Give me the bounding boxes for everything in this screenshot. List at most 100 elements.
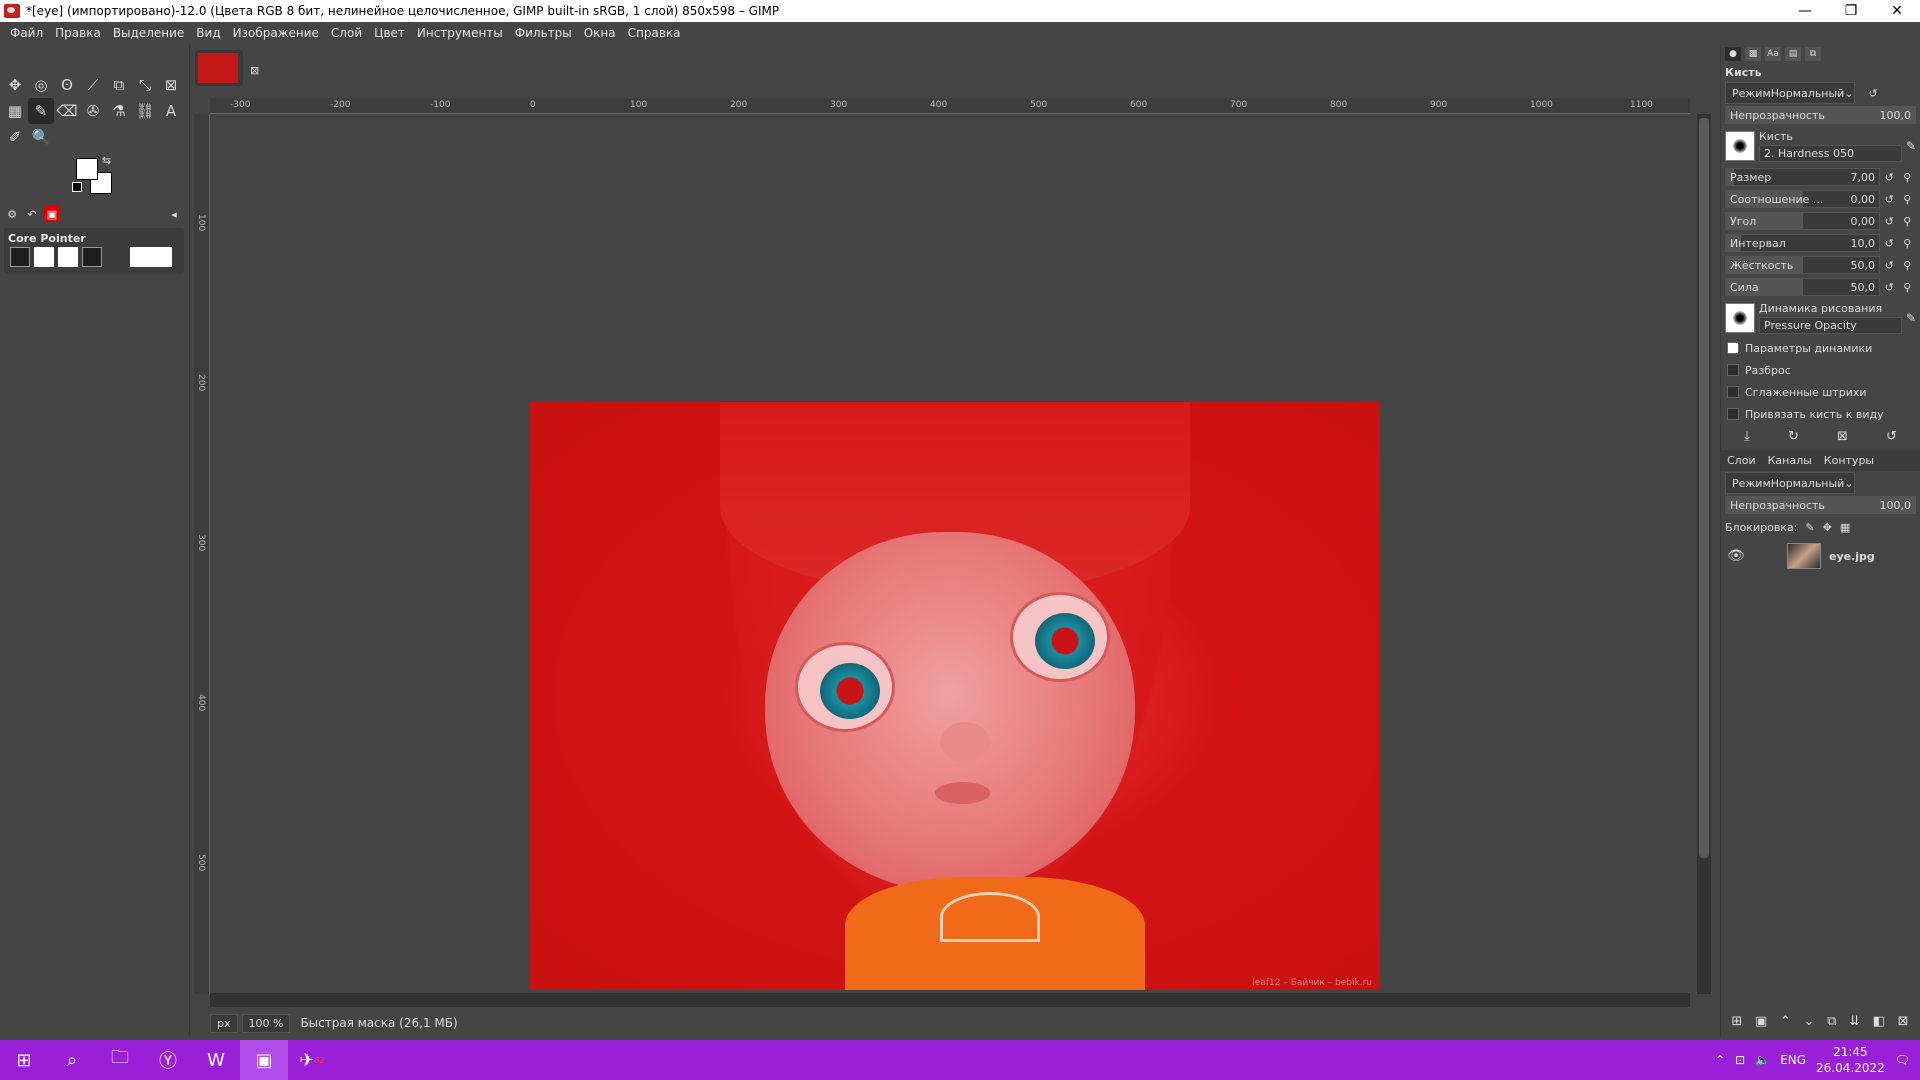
option-dynamics[interactable]: Параметры динамики: [1727, 339, 1914, 357]
ellipse-select-icon[interactable]: ◎: [28, 72, 54, 98]
eraser-icon[interactable]: ⌫: [54, 98, 80, 124]
reset-icon[interactable]: ↺: [1885, 281, 1894, 294]
link-icon[interactable]: ⚲: [1903, 193, 1911, 206]
text-icon[interactable]: A: [158, 98, 184, 124]
word-icon[interactable]: W: [192, 1040, 240, 1080]
delete-options-icon[interactable]: ⊠: [1837, 429, 1848, 444]
visibility-eye-icon[interactable]: 👁: [1725, 548, 1747, 564]
menu-file[interactable]: Файл: [4, 26, 49, 40]
fuzzy-select-icon[interactable]: ⟋: [80, 72, 106, 98]
layer-opacity-slider[interactable]: Непрозрачность 100,0: [1725, 496, 1916, 514]
link-icon[interactable]: ⚲: [1903, 281, 1911, 294]
tab-paths[interactable]: Контуры: [1822, 454, 1876, 467]
checkbox[interactable]: [1727, 386, 1739, 398]
menu-edit[interactable]: Правка: [49, 26, 107, 40]
brush-slider[interactable]: Соотношение ... 0,00: [1725, 190, 1880, 208]
menu-tools[interactable]: Инструменты: [411, 26, 509, 40]
tab-channels[interactable]: Каналы: [1766, 454, 1814, 467]
option-jitter[interactable]: Разброс: [1727, 361, 1914, 379]
checkbox[interactable]: [1727, 342, 1739, 354]
merge-layer-icon[interactable]: ⇊: [1849, 1014, 1860, 1029]
duplicate-layer-icon[interactable]: ⧉: [1827, 1014, 1836, 1029]
menu-image[interactable]: Изображение: [227, 26, 325, 40]
yandex-browser-icon[interactable]: Ⓨ: [144, 1040, 192, 1080]
edit-dynamics-icon[interactable]: ✎: [1906, 311, 1916, 325]
brush-selector[interactable]: Кисть 2. Hardness 050 ✎: [1725, 129, 1916, 163]
search-icon[interactable]: ⌕: [48, 1040, 96, 1080]
volume-icon[interactable]: 🔈: [1755, 1053, 1770, 1067]
menu-colors[interactable]: Цвет: [368, 26, 411, 40]
menu-filters[interactable]: Фильтры: [509, 26, 578, 40]
history-tab-icon[interactable]: ⧉: [1805, 47, 1821, 61]
new-layer-icon[interactable]: ⊞: [1731, 1014, 1742, 1029]
warp-icon[interactable]: ⊠: [158, 72, 184, 98]
font-tab-icon[interactable]: Aa: [1765, 47, 1781, 61]
option-lock-to-view[interactable]: Привязать кисть к виду: [1727, 405, 1914, 423]
checkbox[interactable]: [1727, 364, 1739, 376]
layer-row[interactable]: 👁 eye.jpg: [1725, 541, 1916, 571]
brush-slider[interactable]: Сила 50,0: [1725, 278, 1880, 296]
lock-pixels-icon[interactable]: ✎: [1805, 521, 1814, 534]
zoom-icon[interactable]: 🔍: [28, 124, 54, 150]
windows-start-icon[interactable]: ⊞: [0, 1040, 48, 1080]
notifications-icon[interactable]: 🗨: [1895, 1053, 1910, 1067]
network-icon[interactable]: ⊡: [1735, 1053, 1745, 1067]
menu-select[interactable]: Выделение: [107, 26, 190, 40]
layer-mode-select[interactable]: Режим Нормальный ⌄: [1725, 472, 1855, 494]
undo-history-tab-icon[interactable]: ↶: [24, 206, 40, 222]
brush-slider[interactable]: Размер 7,00: [1725, 168, 1880, 186]
smudge-icon[interactable]: ⚗: [106, 98, 132, 124]
lower-layer-icon[interactable]: ⌄: [1804, 1014, 1815, 1029]
lasso-icon[interactable]: ʘ: [54, 72, 80, 98]
save-options-icon[interactable]: ⤓: [1744, 429, 1750, 444]
horizontal-scrollbar[interactable]: [210, 993, 1690, 1007]
language-indicator[interactable]: ENG: [1780, 1053, 1806, 1067]
link-icon[interactable]: ⚲: [1903, 259, 1911, 272]
crop-icon[interactable]: ⧉: [106, 72, 132, 98]
close-button[interactable]: ✕: [1874, 3, 1920, 19]
mode-reset-icon[interactable]: ↺: [1855, 87, 1891, 100]
menu-layer[interactable]: Слой: [325, 26, 368, 40]
gimp-taskbar-icon[interactable]: ▣: [240, 1040, 288, 1080]
swap-colors-icon[interactable]: ⇆: [102, 154, 111, 167]
zoom-select[interactable]: 100 %: [241, 1013, 291, 1033]
clone-icon[interactable]: ✇: [80, 98, 106, 124]
image-tab[interactable]: [195, 50, 243, 86]
brush-mode-select[interactable]: Режим Нормальный ⌄: [1725, 82, 1855, 104]
option-smooth[interactable]: Сглаженные штрихи: [1727, 383, 1914, 401]
telegram-icon[interactable]: ✈ 82: [288, 1040, 336, 1080]
checkbox[interactable]: [1727, 408, 1739, 420]
lock-alpha-icon[interactable]: ▦: [1840, 521, 1850, 534]
link-icon[interactable]: ⚲: [1903, 237, 1911, 250]
vertical-scroll-thumb[interactable]: [1699, 118, 1709, 858]
color-picker-icon[interactable]: ✐: [2, 124, 28, 150]
move-tool-icon[interactable]: ✥: [2, 72, 28, 98]
delete-layer-icon[interactable]: ⊠: [1898, 1014, 1909, 1029]
brush-slider[interactable]: Интервал 10,0: [1725, 234, 1880, 252]
panel-menu-icon[interactable]: ◂: [166, 206, 182, 222]
document-tab-icon[interactable]: ▤: [1785, 47, 1801, 61]
tab-layers[interactable]: Слои: [1725, 454, 1758, 467]
maximize-button[interactable]: ❐: [1828, 3, 1874, 19]
paintbrush-icon[interactable]: ✎: [28, 98, 54, 124]
tool-options-tab-icon[interactable]: ⚙: [4, 206, 20, 222]
lock-position-icon[interactable]: ✥: [1823, 521, 1832, 534]
foreground-color[interactable]: [76, 158, 98, 180]
file-explorer-icon[interactable]: 🗀: [96, 1040, 144, 1080]
opacity-slider[interactable]: Непрозрачность 100,0: [1725, 106, 1916, 124]
tray-expand-icon[interactable]: ⌃: [1715, 1053, 1725, 1067]
link-icon[interactable]: ⚲: [1903, 171, 1911, 184]
gradient-icon[interactable]: ▦: [2, 98, 28, 124]
new-group-icon[interactable]: ▣: [1755, 1014, 1767, 1029]
minimize-button[interactable]: —: [1782, 3, 1828, 19]
edit-brush-icon[interactable]: ✎: [1906, 139, 1916, 153]
paths-icon[interactable]: ⛓: [132, 98, 158, 124]
link-icon[interactable]: ⚲: [1903, 215, 1911, 228]
reset-icon[interactable]: ↺: [1885, 171, 1894, 184]
brush-tab-icon[interactable]: ●: [1725, 47, 1741, 61]
dynamics-selector[interactable]: Динамика рисования Pressure Opacity ✎: [1725, 301, 1916, 335]
unit-select[interactable]: px: [210, 1013, 238, 1033]
restore-options-icon[interactable]: ↻: [1788, 429, 1799, 444]
reset-icon[interactable]: ↺: [1885, 237, 1894, 250]
pattern-tab-icon[interactable]: ▩: [1745, 47, 1761, 61]
